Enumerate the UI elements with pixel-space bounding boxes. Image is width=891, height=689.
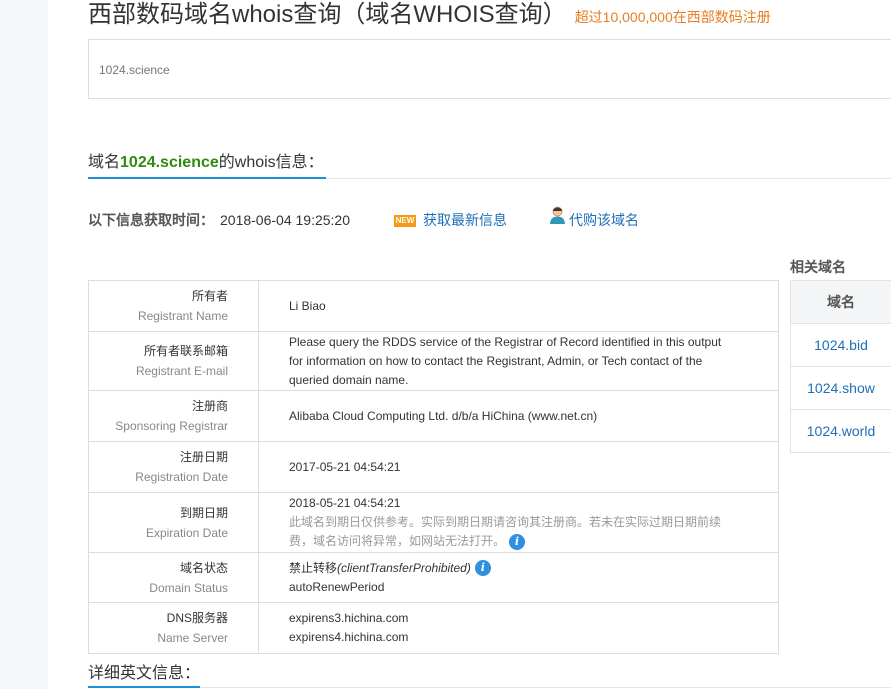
related-domain-item: 1024.bid <box>790 323 891 367</box>
search-box[interactable] <box>88 39 891 99</box>
details-section-title: 详细英文信息： <box>88 665 201 682</box>
related-domain-link[interactable]: 1024.bid <box>814 337 868 353</box>
key-cn: 到期日期 <box>179 505 228 520</box>
key-en: Name Server <box>157 631 228 645</box>
whois-section-title: 域名1024.science的whois信息： <box>88 148 324 172</box>
whois-title-suffix: 的whois信息： <box>218 154 324 171</box>
status-line-1: 禁止转移(clientTransferProhibited) i <box>289 559 738 578</box>
info-icon[interactable]: i <box>509 533 526 550</box>
whois-row-registrar: 注册商 Sponsoring Registrar Alibaba Cloud Co… <box>88 390 779 442</box>
value-cell: Please query the RDDS service of the Reg… <box>258 331 779 391</box>
expiration-value: 2018-05-21 04:54:21 <box>289 496 401 510</box>
whois-row-name-server: DNS服务器 Name Server expirens3.hichina.com e… <box>88 602 779 654</box>
new-badge-icon: NEW <box>394 215 416 227</box>
tab-active-underline <box>88 177 326 179</box>
expiration-note: 此域名到期日仅供参考。实际到期日期请咨询其注册商。若未在实际过期日期前续费，域名… <box>289 513 738 551</box>
value-cell: 2017-05-21 04:54:21 <box>258 441 779 493</box>
search-input[interactable] <box>99 60 699 80</box>
info-icon[interactable]: i <box>474 560 491 577</box>
refresh-info-link[interactable]: 获取最新信息 <box>423 210 507 230</box>
key-cell: 所有者联系邮箱 Registrant E-mail <box>88 331 259 391</box>
name-server-2: expirens4.hichina.com <box>289 630 409 644</box>
value-cell: 2018-05-21 04:54:21 此域名到期日仅供参考。实际到期日期请咨询其… <box>258 492 779 553</box>
whois-row-registration-date: 注册日期 Registration Date 2017-05-21 04:54:2… <box>88 441 779 493</box>
left-gutter <box>0 0 48 689</box>
related-domain-item: 1024.world <box>790 409 891 453</box>
value-cell: expirens3.hichina.com expirens4.hichina.c… <box>258 602 779 654</box>
key-cn: 域名状态 <box>179 560 228 575</box>
related-domain-link[interactable]: 1024.world <box>807 423 876 439</box>
key-cell: 注册商 Sponsoring Registrar <box>88 390 259 442</box>
key-cn: 注册日期 <box>179 450 228 464</box>
fetch-time-row: 以下信息获取时间： 2018-06-04 19:25:20 <box>88 210 350 230</box>
fetch-time-label: 以下信息获取时间： <box>88 212 214 228</box>
key-en: Domain Status <box>149 580 228 595</box>
whois-title-prefix: 域名 <box>88 154 121 171</box>
buy-domain-link[interactable]: 代购该域名 <box>569 210 639 230</box>
details-divider <box>88 687 891 688</box>
key-cn: 所有者 <box>191 289 228 303</box>
key-cell: DNS服务器 Name Server <box>88 602 259 654</box>
value-cell: Li Biao <box>258 280 779 332</box>
related-domain-link[interactable]: 1024.show <box>807 380 875 396</box>
whois-table: 所有者 Registrant Name Li Biao 所有者联系邮箱 Regist… <box>88 280 779 654</box>
status-line-2: autoRenewPeriod <box>289 579 385 594</box>
key-cell: 域名状态 Domain Status <box>88 552 259 603</box>
whois-row-registrant: 所有者 Registrant Name Li Biao <box>88 280 779 332</box>
page-subtitle: 超过10,000,000在西部数码注册 <box>574 9 771 25</box>
whois-row-expiration-date: 到期日期 Expiration Date 2018-05-21 04:54:21 此… <box>88 492 779 553</box>
status-cn: 禁止转移 <box>289 560 338 575</box>
whois-row-domain-status: 域名状态 Domain Status 禁止转移(clientTransferPro… <box>88 552 779 603</box>
expiration-note-text: 此域名到期日仅供参考。实际到期日期请咨询其注册商。若未在实际过期日期前续费，域名… <box>289 515 722 548</box>
name-server-1: expirens3.hichina.com <box>289 611 409 625</box>
key-en: Registration Date <box>135 470 228 484</box>
status-code: (clientTransferProhibited) <box>337 560 471 575</box>
key-cell: 到期日期 Expiration Date <box>88 492 259 553</box>
related-domains-table: 域名 1024.bid 1024.show 1024.world <box>790 280 891 453</box>
related-header: 域名 <box>790 280 891 324</box>
key-cn: 注册商 <box>191 399 228 413</box>
page-title: 西部数码域名whois查询（域名WHOIS查询） 超过10,000,000在西部数… <box>88 0 771 29</box>
page-title-text: 西部数码域名whois查询（域名WHOIS查询） <box>88 1 567 28</box>
key-cn: DNS服务器 <box>166 611 228 625</box>
value-cell: 禁止转移(clientTransferProhibited) i autoRenew… <box>258 552 779 603</box>
related-domains-title: 相关域名 <box>790 259 846 275</box>
key-cell: 注册日期 Registration Date <box>88 441 259 493</box>
person-icon <box>550 206 565 224</box>
details-active-underline <box>88 686 200 688</box>
value-cell: Alibaba Cloud Computing Ltd. d/b/a HiChi… <box>258 390 779 442</box>
key-en: Sponsoring Registrar <box>115 419 228 433</box>
key-cn: 所有者联系邮箱 <box>143 344 228 358</box>
related-domain-item: 1024.show <box>790 366 891 410</box>
key-cell: 所有者 Registrant Name <box>88 280 259 332</box>
key-en: Expiration Date <box>145 525 228 540</box>
whois-title-domain: 1024.science <box>120 154 219 171</box>
key-en: Registrant Name <box>137 309 228 323</box>
fetch-time-value: 2018-06-04 19:25:20 <box>220 212 350 228</box>
whois-row-email: 所有者联系邮箱 Registrant E-mail Please query th… <box>88 331 779 391</box>
key-en: Registrant E-mail <box>135 364 228 378</box>
